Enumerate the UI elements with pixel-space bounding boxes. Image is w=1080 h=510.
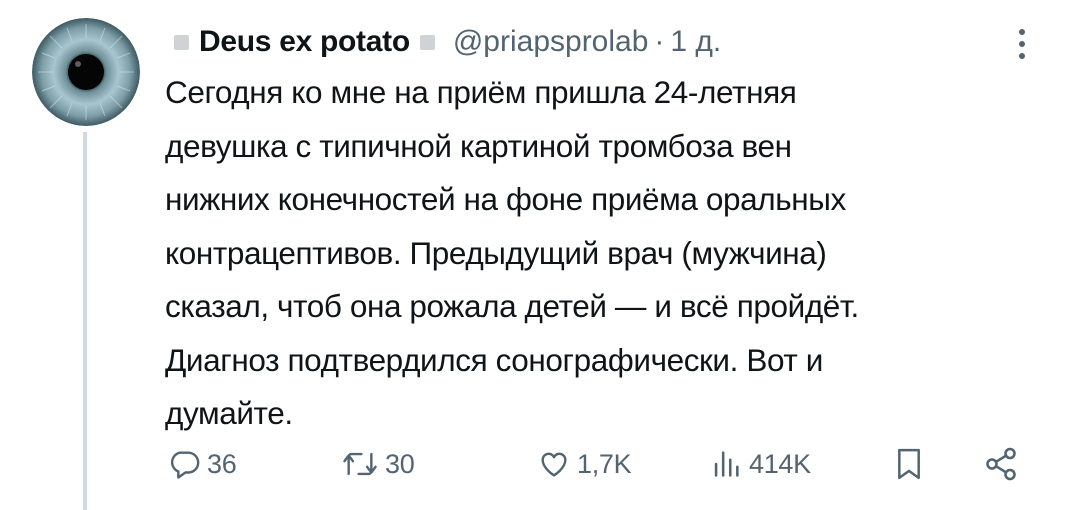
- views-button[interactable]: 414K: [709, 440, 811, 488]
- views-chart-icon: [709, 447, 743, 481]
- eye-avatar-image: [32, 18, 140, 126]
- action-bar: 36 30 1,7K 414K: [165, 440, 1035, 488]
- reply-button[interactable]: 36: [167, 440, 237, 488]
- avatar[interactable]: [32, 18, 140, 126]
- bookmark-button[interactable]: [892, 440, 926, 488]
- bookmark-icon: [892, 446, 926, 482]
- heart-icon: [537, 447, 571, 481]
- repost-count: 30: [385, 448, 415, 479]
- flag-icon: [419, 34, 435, 50]
- like-button[interactable]: 1,7K: [537, 440, 632, 488]
- repost-button[interactable]: 30: [341, 440, 415, 488]
- share-icon: [982, 446, 1020, 482]
- repost-icon: [341, 447, 379, 481]
- like-count: 1,7K: [577, 448, 632, 479]
- more-vertical-icon[interactable]: [1012, 26, 1032, 62]
- views-count: 414K: [749, 448, 811, 479]
- timestamp[interactable]: 1 д.: [670, 25, 721, 59]
- thread-line: [83, 132, 87, 510]
- reply-count: 36: [207, 448, 237, 479]
- tweet-header: Deus ex potato @priapsprolab · 1 д.: [168, 20, 721, 64]
- reply-icon: [167, 447, 201, 481]
- flag-icon: [174, 34, 189, 50]
- share-button[interactable]: [982, 440, 1020, 488]
- user-handle[interactable]: @priapsprolab: [453, 25, 649, 59]
- tweet-text: Сегодня ко мне на приём пришла 24-летняя…: [165, 74, 859, 431]
- display-name[interactable]: Deus ex potato: [199, 25, 410, 59]
- separator-dot: ·: [654, 25, 665, 58]
